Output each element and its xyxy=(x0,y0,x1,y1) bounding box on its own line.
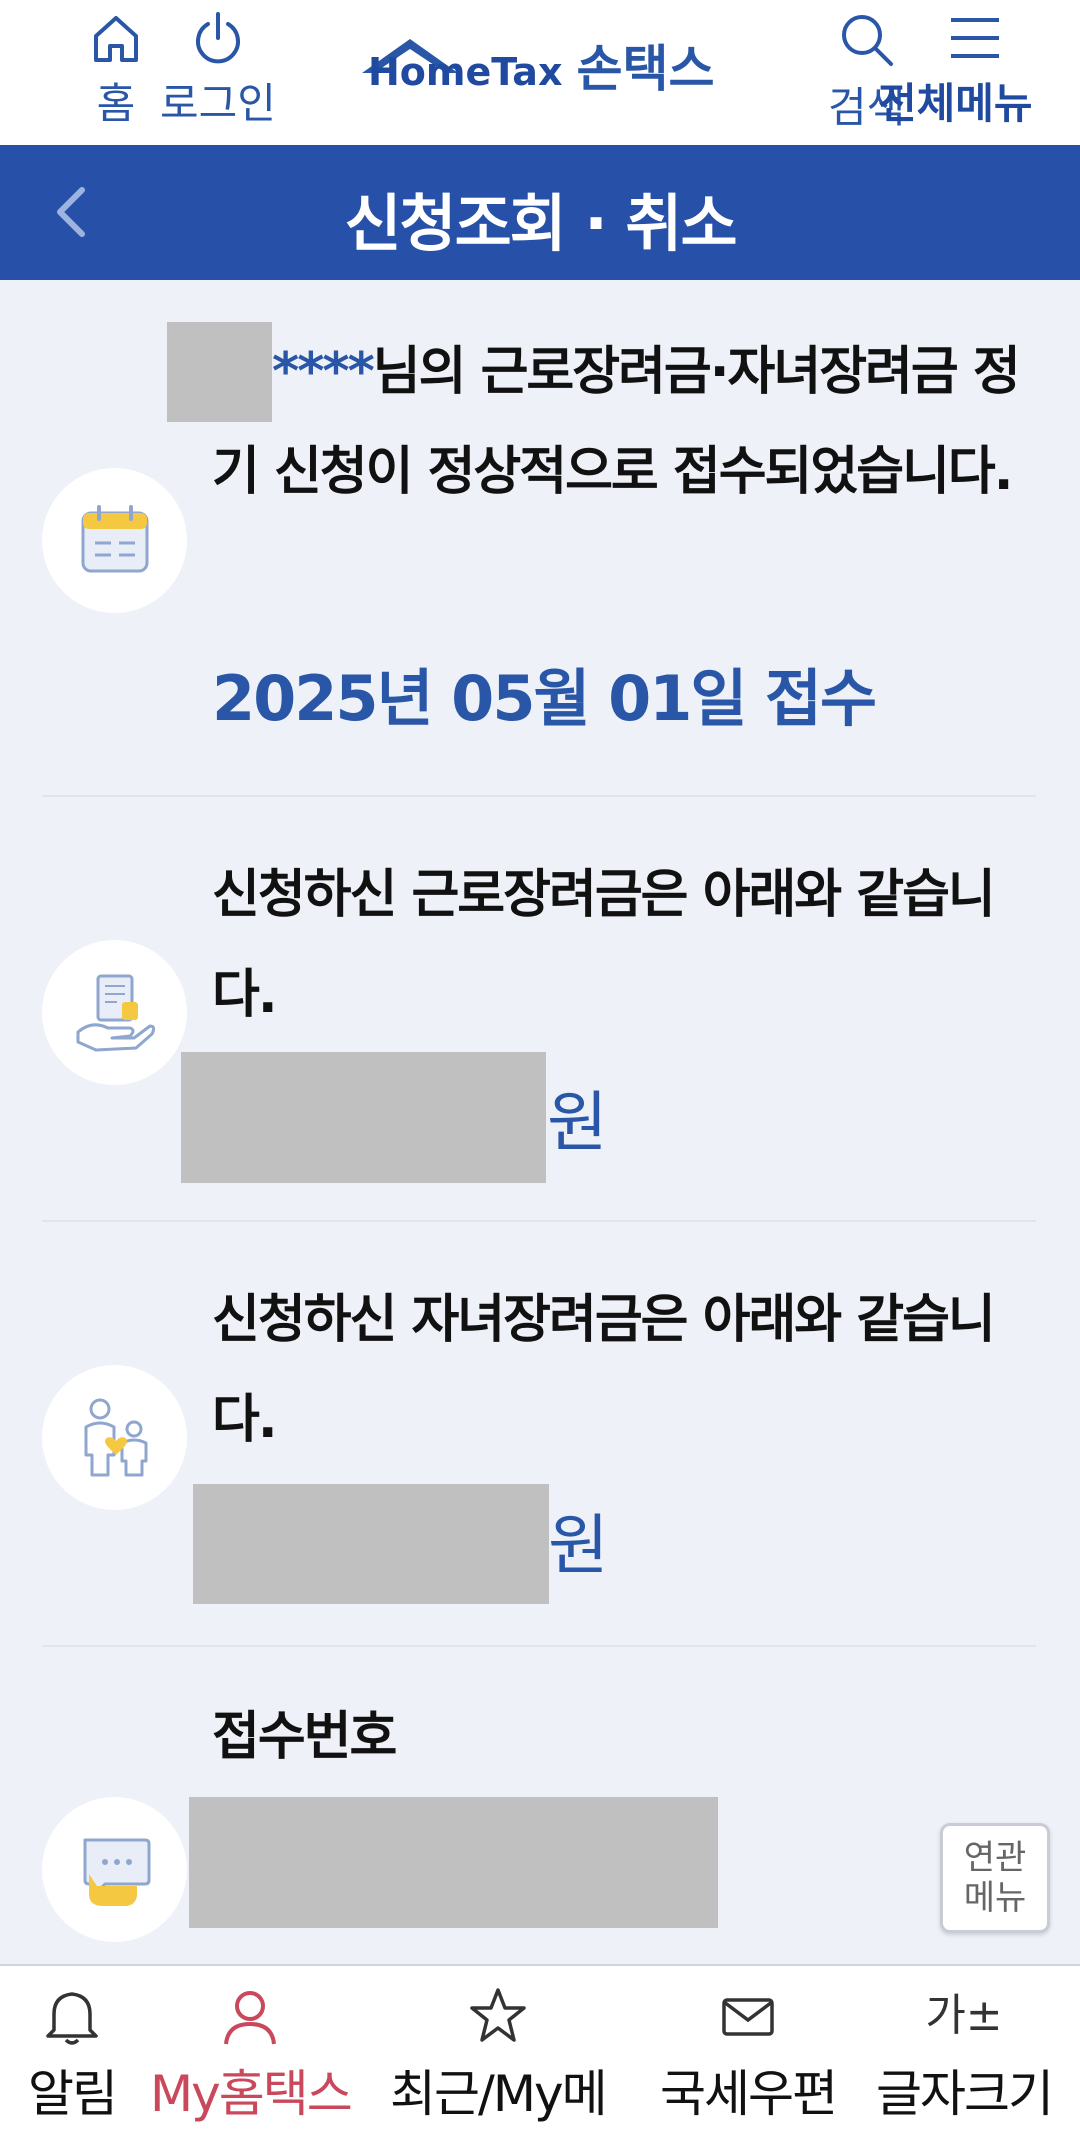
message-bubble-icon xyxy=(83,1838,150,1906)
logo-sub: 손택스 xyxy=(576,40,715,98)
child-incentive-unit: 원 xyxy=(548,1507,609,1584)
nav-recent-label: 최근/My메 xyxy=(390,2065,608,2123)
person-icon xyxy=(224,1991,277,2045)
calendar-icon-circle xyxy=(42,468,187,613)
nav-alarm[interactable]: 알림 xyxy=(28,1986,118,2126)
home-icon xyxy=(94,16,138,62)
related-menu-button[interactable]: 연관 메뉴 xyxy=(940,1823,1050,1933)
nav-my-label: My홈택스 xyxy=(150,2065,353,2123)
name-stars: **** xyxy=(272,342,375,402)
receipt-number-masked xyxy=(189,1797,718,1928)
envelope-icon xyxy=(722,1998,774,2036)
title-bar: 신청조회 · 취소 xyxy=(0,145,1080,280)
earned-income-message: 신청하신 근로장려금은 아래와 같습니다. xyxy=(212,865,996,1025)
hand-document-icon-circle xyxy=(42,940,187,1085)
star-icon xyxy=(470,1988,526,2042)
masked-user-name xyxy=(167,322,272,422)
application-status-section: ****님의 근로장려금·자녀장려금 정기 신청이 정상적으로 접수되었습니다.… xyxy=(42,300,1036,797)
top-header: 홈 로그인 HomeTax 손택스 검색 전체메뉴 xyxy=(0,0,1080,145)
home-button[interactable]: 홈 xyxy=(88,10,144,131)
nav-alarm-label: 알림 xyxy=(28,2065,118,2123)
family-icon-circle xyxy=(42,1365,187,1510)
bottom-navigation: 알림 My홈택스 최근/My메 국세우편 가± 글자크기 xyxy=(0,1964,1080,2139)
related-menu-line2: 메뉴 xyxy=(963,1878,1027,1918)
login-button[interactable]: 로그인 xyxy=(160,10,276,131)
receipt-date: 2025년 05월 01일 접수 xyxy=(212,662,877,735)
related-menu-line1: 연관 xyxy=(963,1838,1027,1878)
all-menu-button[interactable]: 전체메뉴 xyxy=(878,10,1033,131)
message-icon-circle xyxy=(42,1797,187,1942)
power-icon xyxy=(195,12,240,64)
family-icon xyxy=(84,1398,147,1476)
nav-mail-label: 국세우편 xyxy=(660,2065,838,2123)
menu-label: 전체메뉴 xyxy=(878,79,1033,128)
bell-icon xyxy=(46,1992,98,2045)
nav-recent-my-menu[interactable]: 최근/My메 xyxy=(390,1986,608,2126)
status-message: ****님의 근로장려금·자녀장려금 정기 신청이 정상적으로 접수되었습니다. xyxy=(167,322,1022,522)
home-label: 홈 xyxy=(96,79,136,128)
nav-tax-mail[interactable]: 국세우편 xyxy=(660,1986,838,2126)
hometax-logo[interactable]: HomeTax 손택스 xyxy=(360,30,714,100)
login-label: 로그인 xyxy=(160,79,276,128)
page-title: 신청조회 · 취소 xyxy=(344,187,738,260)
child-incentive-message: 신청하신 자녀장려금은 아래와 같습니다. xyxy=(212,1290,996,1450)
calendar-icon xyxy=(81,504,148,572)
receipt-number-label: 접수번호 xyxy=(212,1707,397,1767)
nav-font-size[interactable]: 가± 글자크기 xyxy=(876,1986,1054,2126)
hand-document-icon xyxy=(76,974,155,1051)
child-incentive-amount-masked xyxy=(193,1484,549,1604)
font-size-icon: 가± xyxy=(925,1990,1003,2041)
nav-my-hometax[interactable]: My홈택스 xyxy=(150,1986,353,2126)
earned-income-amount-masked xyxy=(181,1052,546,1183)
nav-font-label: 글자크기 xyxy=(876,2065,1054,2123)
earned-income-section: 신청하신 근로장려금은 아래와 같습니다. 원 xyxy=(42,797,1036,1222)
earned-income-unit: 원 xyxy=(547,1084,608,1161)
child-incentive-section: 신청하신 자녀장려금은 아래와 같습니다. 원 xyxy=(42,1222,1036,1647)
receipt-number-section: 접수번호 xyxy=(42,1647,1036,1977)
hamburger-icon xyxy=(951,18,1000,58)
logo-text: HomeTax xyxy=(368,50,563,94)
